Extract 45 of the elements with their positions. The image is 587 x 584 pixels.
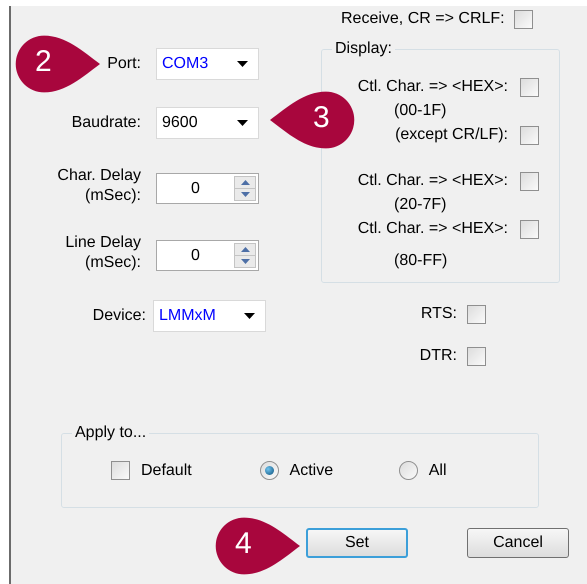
option-label: Default	[141, 460, 192, 480]
radio-button[interactable]	[398, 461, 418, 480]
dropdown-arrow-icon	[244, 313, 255, 319]
checkbox[interactable]	[514, 10, 533, 28]
spin-buttons-icon[interactable]	[234, 243, 256, 268]
option-label: Ctl. Char. => <HEX>:	[358, 77, 508, 97]
spin-box[interactable]: 0	[156, 240, 259, 271]
option-label: RTS:	[420, 304, 457, 324]
option-label: Active	[290, 460, 334, 480]
checkbox[interactable]	[520, 220, 539, 238]
checkbox[interactable]	[520, 126, 539, 144]
option-label: (except CR/LF):	[395, 125, 508, 145]
option-note: (80-FF)	[394, 251, 448, 271]
checkbox[interactable]	[520, 172, 539, 190]
dropdown[interactable]: COM3	[156, 48, 259, 80]
checkbox[interactable]	[520, 78, 539, 96]
field-label: Device:	[92, 306, 146, 326]
checkbox[interactable]	[467, 304, 486, 324]
dialog-button[interactable]: Set	[306, 528, 408, 558]
callout-number: 4	[235, 526, 252, 562]
option-note: (00-1F)	[394, 101, 448, 121]
callout-number: 2	[35, 44, 52, 80]
field-label: Char. Delay (mSec):	[57, 166, 141, 206]
dropdown-arrow-icon	[237, 61, 248, 67]
spin-buttons-icon[interactable]	[234, 176, 256, 201]
option-label: DTR:	[420, 346, 457, 366]
option-label: Ctl. Char. => <HEX>:	[358, 171, 508, 191]
option-label: Receive, CR => CRLF:	[341, 9, 505, 29]
dropdown[interactable]: 9600	[156, 107, 259, 139]
option-label: Ctl. Char. => <HEX>:	[358, 219, 508, 239]
spin-box[interactable]: 0	[156, 173, 259, 204]
option-note: (20-7F)	[394, 195, 448, 215]
dropdown[interactable]: LMMxM	[153, 300, 266, 332]
group-title: Apply to...	[72, 423, 150, 443]
callout-number: 3	[313, 100, 330, 136]
field-label: Port:	[107, 54, 141, 74]
radio-button[interactable]	[260, 461, 279, 480]
dropdown-arrow-icon	[237, 120, 248, 126]
checkbox[interactable]	[111, 461, 130, 480]
field-label: Line Delay (mSec):	[65, 233, 141, 273]
checkbox[interactable]	[467, 346, 486, 366]
dialog-button[interactable]: Cancel	[467, 528, 569, 558]
option-label: All	[428, 460, 447, 480]
group-title: Display:	[332, 39, 395, 59]
field-label: Baudrate:	[72, 113, 141, 133]
